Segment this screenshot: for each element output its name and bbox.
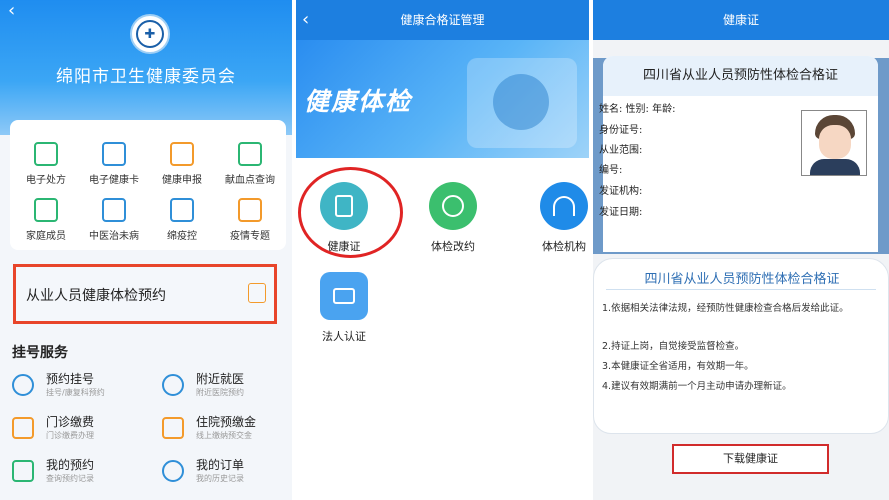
service-subtitle: 线上缴纳预交金 — [196, 431, 252, 440]
service-title: 我的订单 — [196, 458, 245, 472]
order-icon — [162, 460, 184, 482]
grid-label: 献血点查询 — [225, 175, 275, 186]
function-label: 法人认证 — [322, 330, 366, 343]
grid-item-tcm[interactable]: 中医治未病 — [80, 198, 148, 242]
service-my-appointments[interactable]: 我的预约查询预约记录 — [12, 456, 142, 492]
grid-item-family-members[interactable]: 家庭成员 — [12, 198, 80, 242]
exam-banner: 健康体检 — [296, 40, 589, 158]
grid-item-blood-donation[interactable]: 献血点查询 — [216, 142, 284, 186]
service-title: 门诊缴费 — [46, 415, 95, 429]
notice-item: 1.依据相关法律法规，经预防性健康检查合格后发给此证。 — [602, 303, 849, 314]
field-id-number: 身份证号: — [599, 125, 643, 136]
service-nearby[interactable]: 附近就医附近医院预约 — [162, 370, 292, 406]
thermometer-icon — [238, 198, 262, 222]
banner-text: 健康体检 — [304, 87, 413, 116]
notice-card: 四川省从业人员预防性体检合格证 1.依据相关法律法规，经预防性健康检查合格后发给… — [593, 258, 889, 434]
field-scope: 从业范围: — [599, 145, 643, 156]
plus-icon — [12, 374, 34, 396]
feature-grid: 电子处方 电子健康卡 健康申报 献血点查询 家庭成员 中医治未病 绵疫控 疫情专… — [10, 120, 286, 250]
health-card-icon — [102, 142, 126, 166]
grid-label: 疫情专题 — [230, 231, 270, 242]
field-number: 编号: — [599, 165, 623, 176]
field-issue-date: 发证日期: — [599, 207, 643, 218]
blood-donation-icon — [238, 142, 262, 166]
service-title: 附近就医 — [196, 372, 245, 386]
field-issuer: 发证机构: — [599, 186, 643, 197]
grid-item-epidemic-topic[interactable]: 疫情专题 — [216, 198, 284, 242]
field-name-gender-age: 姓名: 性别: 年龄: — [599, 104, 676, 115]
monitor-icon — [170, 198, 194, 222]
service-inpatient-deposit[interactable]: 住院预缴金线上缴纳预交金 — [162, 413, 292, 449]
notice-title: 四川省从业人员预防性体检合格证 — [644, 272, 840, 287]
section-title: 挂号服务 — [12, 345, 68, 361]
declaration-icon — [170, 142, 194, 166]
download-certificate-button[interactable]: 下载健康证 — [672, 444, 829, 474]
clipboard-icon — [248, 283, 266, 303]
service-subtitle: 查询预约记录 — [46, 474, 94, 483]
function-label: 体检机构 — [542, 240, 586, 253]
grid-label: 绵疫控 — [167, 231, 197, 242]
grid-label: 中医治未病 — [89, 231, 139, 242]
service-subtitle: 我的历史记录 — [196, 474, 244, 483]
location-icon — [162, 374, 184, 396]
prescription-icon — [34, 142, 58, 166]
screen-health-commission: ‹ ✚ 绵阳市卫生健康委员会 电子处方 电子健康卡 健康申报 献血点查询 家庭成… — [0, 0, 292, 500]
function-reschedule-exam[interactable]: 体检改约 — [413, 182, 493, 254]
back-icon[interactable]: ‹ — [302, 11, 309, 29]
page-title: 健康证 — [593, 0, 889, 40]
clock-icon — [429, 182, 477, 230]
grid-item-epidemic-control[interactable]: 绵疫控 — [148, 198, 216, 242]
function-exam-institution[interactable]: 体检机构 — [524, 182, 589, 254]
deposit-icon — [162, 417, 184, 439]
service-title: 我的预约 — [46, 458, 95, 472]
certificate-title: 四川省从业人员预防性体检合格证 — [603, 56, 878, 96]
notice-item: 3.本健康证全省适用，有效期一年。 — [602, 361, 754, 372]
page-title: 健康合格证管理 — [296, 0, 589, 40]
grid-label: 电子健康卡 — [89, 175, 139, 186]
tcm-icon — [102, 198, 126, 222]
service-my-orders[interactable]: 我的订单我的历史记录 — [162, 456, 292, 492]
notice-item: 4.建议有效期满前一个月主动申请办理新证。 — [602, 381, 792, 392]
grid-label: 电子处方 — [26, 175, 66, 186]
org-title: 绵阳市卫生健康委员会 — [56, 67, 236, 87]
employee-exam-appointment[interactable]: 从业人员健康体检预约 — [13, 264, 277, 324]
grid-item-e-health-card[interactable]: 电子健康卡 — [80, 142, 148, 186]
grid-item-e-prescription[interactable]: 电子处方 — [12, 142, 80, 186]
list-icon — [12, 460, 34, 482]
service-register[interactable]: 预约挂号挂号/康复科预约 — [12, 370, 142, 406]
highlight-circle — [298, 167, 403, 258]
stethoscope-icon — [540, 182, 588, 230]
notice-divider — [606, 289, 876, 290]
service-subtitle: 附近医院预约 — [196, 388, 244, 397]
payment-icon — [12, 417, 34, 439]
service-title: 住院预缴金 — [196, 415, 257, 429]
appointment-label: 从业人员健康体检预约 — [26, 288, 166, 304]
avatar — [801, 110, 867, 176]
grid-label: 家庭成员 — [26, 231, 66, 242]
grid-label: 健康申报 — [162, 175, 202, 186]
screen-health-certificate: 健康证 四川省从业人员预防性体检合格证 姓名: 性别: 年龄: 身份证号: 从业… — [593, 0, 889, 500]
function-label: 体检改约 — [431, 240, 475, 253]
home-icon — [34, 198, 58, 222]
emblem-logo: ✚ — [130, 14, 170, 54]
notice-item: 2.持证上岗，自觉接受监督检查。 — [602, 341, 745, 352]
service-title: 预约挂号 — [46, 372, 95, 386]
grid-item-health-declaration[interactable]: 健康申报 — [148, 142, 216, 186]
wallet-icon — [320, 272, 368, 320]
service-outpatient-payment[interactable]: 门诊缴费门诊缴费办理 — [12, 413, 142, 449]
scanner-illustration — [493, 74, 549, 130]
back-icon[interactable]: ‹ — [8, 2, 15, 20]
service-subtitle: 挂号/康复科预约 — [46, 388, 105, 397]
function-legal-person-auth[interactable]: 法人认证 — [304, 272, 384, 344]
service-subtitle: 门诊缴费办理 — [46, 431, 94, 440]
